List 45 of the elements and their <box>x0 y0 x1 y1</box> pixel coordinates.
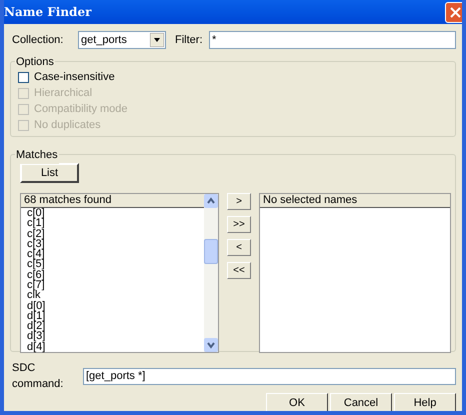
filter-label: Filter: <box>175 32 204 48</box>
list-item[interactable]: d[1] <box>21 310 204 322</box>
checkbox[interactable] <box>18 72 29 83</box>
list-button[interactable]: List <box>20 163 79 183</box>
close-button[interactable] <box>445 2 462 22</box>
scroll-up-icon <box>204 194 218 208</box>
move-button[interactable]: << <box>227 262 251 279</box>
filter-field[interactable]: * <box>209 31 456 49</box>
group-title: Options <box>15 54 55 70</box>
group-title: Matches <box>15 147 59 164</box>
collection-label: Collection: <box>11 32 64 48</box>
checkbox-label: Hierarchical <box>34 86 92 102</box>
dialog-button[interactable]: Cancel <box>330 393 392 411</box>
dropdown-arrow-icon <box>150 33 164 47</box>
move-button[interactable]: < <box>227 239 251 256</box>
list-item[interactable]: c[3] <box>21 238 204 250</box>
checkbox-label: Compatibility mode <box>34 102 128 118</box>
checkbox-label: No duplicates <box>34 118 101 134</box>
scrollbar[interactable] <box>204 194 218 352</box>
sdc-command-label: SDC command: <box>11 360 64 392</box>
list-item[interactable]: c[5] <box>21 259 204 270</box>
list-item[interactable]: c[7] <box>21 280 204 290</box>
list-item[interactable]: clk <box>21 290 204 301</box>
window-title: Name Finder <box>4 4 92 21</box>
list-header: No selected names <box>260 194 450 208</box>
move-button[interactable]: >> <box>227 216 251 233</box>
list-item[interactable]: d[4] <box>21 342 204 352</box>
list-item[interactable]: c[0] <box>21 208 204 218</box>
close-icon <box>450 6 461 18</box>
list-item[interactable]: c[1] <box>21 218 204 229</box>
list-item[interactable]: d[2] <box>21 321 204 332</box>
checkbox-label: Case-insensitive <box>34 70 115 86</box>
dialog-button[interactable]: OK <box>266 393 328 411</box>
list-item[interactable]: d[3] <box>21 331 204 342</box>
list-header: 68 matches found <box>21 194 204 208</box>
move-button[interactable]: > <box>227 193 251 210</box>
collection-dropdown[interactable]: get_ports <box>78 31 166 49</box>
list-item[interactable]: c[6] <box>21 270 204 280</box>
scroll-thumb[interactable] <box>204 239 218 264</box>
sdc-command-field[interactable]: [get_ports *] <box>83 368 456 384</box>
dialog-button[interactable]: Help <box>394 393 456 411</box>
list-item[interactable]: c[2] <box>21 228 204 239</box>
list-item[interactable]: d[0] <box>21 300 204 311</box>
list-item[interactable]: c[4] <box>21 249 204 260</box>
scroll-down-icon <box>204 338 218 352</box>
